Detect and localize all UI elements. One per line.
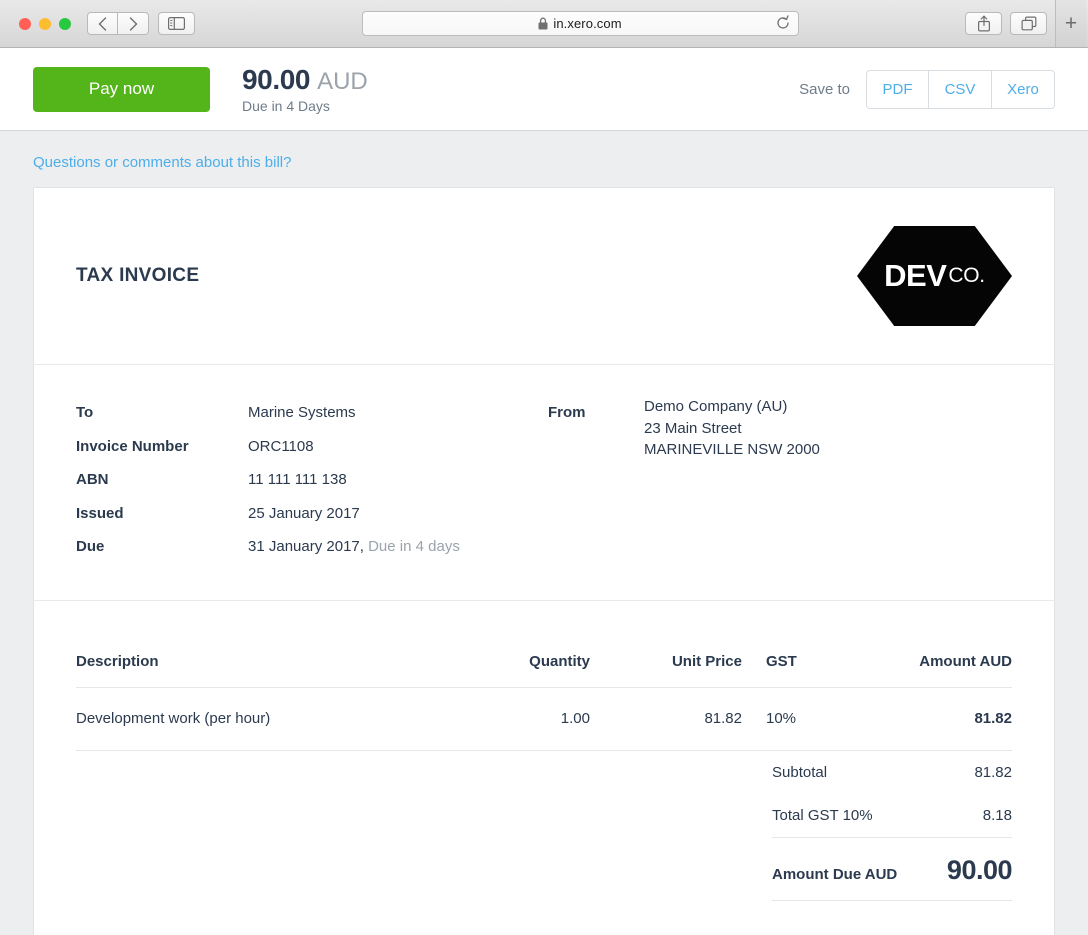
new-tab-button[interactable]: + — [1055, 0, 1086, 47]
label-issued: Issued — [76, 497, 248, 531]
save-xero-button[interactable]: Xero — [992, 70, 1055, 109]
invoice-action-header: Pay now 90.00 AUD Due in 4 Days Save to … — [0, 48, 1088, 131]
reload-button[interactable] — [776, 15, 790, 36]
totals-block: Subtotal 81.82 Total GST 10% 8.18 Amount… — [772, 751, 1012, 901]
close-window-button[interactable] — [19, 18, 31, 30]
detail-labels: To Invoice Number ABN Issued Due — [76, 396, 248, 564]
line-items-section: Description Quantity Unit Price GST Amou… — [34, 601, 1054, 751]
amount-due-row: Amount Due AUD 90.00 — [772, 838, 1012, 901]
invoice-to-column: To Invoice Number ABN Issued Due Marine … — [76, 396, 548, 564]
back-button[interactable] — [87, 12, 118, 35]
row-gst: 10% — [742, 687, 860, 750]
window-controls — [19, 18, 71, 30]
gst-row: Total GST 10% 8.18 — [772, 794, 1012, 838]
subtotal-value: 81.82 — [974, 764, 1012, 781]
reload-icon — [776, 15, 790, 31]
totals-section: Subtotal 81.82 Total GST 10% 8.18 Amount… — [34, 751, 1054, 901]
invoice-header-section: TAX INVOICE DEVCO. — [34, 188, 1054, 365]
maximize-window-button[interactable] — [59, 18, 71, 30]
row-quantity: 1.00 — [438, 687, 590, 750]
share-button[interactable] — [965, 12, 1002, 35]
address-bar[interactable]: in.xero.com — [362, 11, 799, 36]
row-description: Development work (per hour) — [76, 687, 438, 750]
gst-label: Total GST 10% — [772, 807, 873, 824]
value-abn: 11 111 111 138 — [248, 463, 548, 497]
value-invoice-number: ORC1108 — [248, 430, 548, 464]
from-line-2: 23 Main Street — [644, 418, 820, 440]
value-due-date: 31 January 2017, — [248, 538, 364, 555]
url-text: in.xero.com — [553, 16, 621, 31]
share-icon — [977, 15, 991, 32]
label-from: From — [548, 396, 644, 430]
from-address: Demo Company (AU) 23 Main Street MARINEV… — [644, 396, 820, 564]
row-amount: 81.82 — [860, 687, 1012, 750]
save-csv-button[interactable]: CSV — [929, 70, 992, 109]
from-line-3: MARINEVILLE NSW 2000 — [644, 439, 820, 461]
header-description: Description — [76, 653, 438, 688]
label-invoice-number: Invoice Number — [76, 430, 248, 464]
invoice-document: TAX INVOICE DEVCO. To Invoice Number ABN… — [33, 187, 1055, 935]
line-items-body: Development work (per hour) 1.00 81.82 1… — [76, 687, 1012, 750]
logo-secondary-text: CO. — [948, 264, 984, 288]
table-header-row: Description Quantity Unit Price GST Amou… — [76, 653, 1012, 688]
value-due-note: Due in 4 days — [368, 538, 460, 555]
amount-due-value: 90.00 — [947, 855, 1012, 886]
header-quantity: Quantity — [438, 653, 590, 688]
save-button-group: PDF CSV Xero — [866, 70, 1055, 109]
minimize-window-button[interactable] — [39, 18, 51, 30]
value-due: 31 January 2017, Due in 4 days — [248, 530, 548, 564]
label-abn: ABN — [76, 463, 248, 497]
value-to: Marine Systems — [248, 396, 548, 430]
chevron-right-icon — [129, 17, 138, 31]
amount-summary: 90.00 AUD Due in 4 Days — [242, 64, 368, 114]
label-to: To — [76, 396, 248, 430]
table-row: Development work (per hour) 1.00 81.82 1… — [76, 687, 1012, 750]
sidebar-toggle-button[interactable] — [158, 12, 195, 35]
page-content: Questions or comments about this bill? T… — [0, 131, 1088, 935]
amount-currency: AUD — [317, 68, 368, 96]
label-due: Due — [76, 530, 248, 564]
logo-primary-text: DEV — [884, 258, 946, 294]
company-logo: DEVCO. — [857, 226, 1012, 326]
save-to-label: Save to — [799, 81, 850, 98]
save-to-area: Save to PDF CSV Xero — [799, 70, 1055, 109]
lock-icon — [538, 17, 548, 30]
row-unit-price: 81.82 — [590, 687, 742, 750]
save-pdf-button[interactable]: PDF — [866, 70, 929, 109]
line-items-header: Description Quantity Unit Price GST Amou… — [76, 653, 1012, 688]
value-issued: 25 January 2017 — [248, 497, 548, 531]
forward-button[interactable] — [118, 12, 149, 35]
from-line-1: Demo Company (AU) — [644, 396, 820, 418]
amount-value: 90.00 — [242, 64, 310, 96]
header-unit-price: Unit Price — [590, 653, 742, 688]
detail-values: Marine Systems ORC1108 11 111 111 138 25… — [248, 396, 548, 564]
toolbar-right-buttons: + — [965, 0, 1078, 47]
amount-due-label: Amount Due AUD — [772, 866, 897, 883]
tab-overview-button[interactable] — [1010, 12, 1047, 35]
address-bar-container: in.xero.com — [195, 11, 965, 36]
gst-value: 8.18 — [983, 807, 1012, 824]
amount-line: 90.00 AUD — [242, 64, 368, 96]
header-gst: GST — [742, 653, 860, 688]
invoice-from-column: From Demo Company (AU) 23 Main Street MA… — [548, 396, 820, 564]
sidebar-toggle-icon — [168, 17, 185, 30]
chevron-left-icon — [98, 17, 107, 31]
header-amount: Amount AUD — [860, 653, 1012, 688]
browser-toolbar: in.xero.com + — [0, 0, 1088, 48]
due-status-text: Due in 4 Days — [242, 98, 368, 114]
subtotal-label: Subtotal — [772, 764, 827, 781]
from-label-wrap: From — [548, 396, 644, 564]
questions-comments-link[interactable]: Questions or comments about this bill? — [0, 131, 291, 171]
line-items-table: Description Quantity Unit Price GST Amou… — [76, 653, 1012, 751]
invoice-details-section: To Invoice Number ABN Issued Due Marine … — [34, 365, 1054, 601]
subtotal-row: Subtotal 81.82 — [772, 751, 1012, 794]
tab-overview-icon — [1021, 16, 1037, 31]
navigation-buttons — [87, 12, 149, 35]
pay-now-button[interactable]: Pay now — [33, 67, 210, 112]
address-bar-content: in.xero.com — [363, 16, 798, 31]
invoice-title: TAX INVOICE — [76, 265, 199, 287]
